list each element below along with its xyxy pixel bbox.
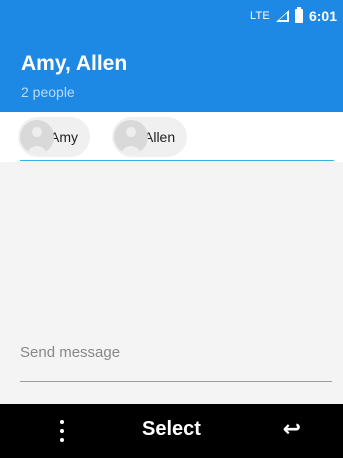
network-type: LTE bbox=[250, 10, 270, 22]
back-icon[interactable]: ↩ bbox=[283, 416, 301, 442]
status-indicators: LTE 6:01 bbox=[250, 0, 337, 32]
send-message-input[interactable] bbox=[20, 340, 332, 364]
softkey-bar: Select ↩ bbox=[0, 404, 343, 458]
compose-underline bbox=[20, 381, 332, 382]
recipient-chip-allen[interactable]: Allen bbox=[112, 117, 188, 157]
compose-area bbox=[20, 340, 332, 384]
signal-icon bbox=[275, 10, 289, 22]
screen: LTE 6:01 Amy, Allen 2 people Amy Allen S… bbox=[0, 0, 343, 458]
avatar-icon bbox=[20, 120, 54, 154]
status-bar: LTE 6:01 bbox=[0, 0, 343, 32]
page-title: Amy, Allen bbox=[21, 52, 128, 75]
recipient-name: Amy bbox=[50, 129, 78, 145]
avatar-icon bbox=[114, 120, 148, 154]
participant-count: 2 people bbox=[21, 84, 75, 100]
battery-icon bbox=[294, 7, 303, 23]
recipients-underline bbox=[20, 160, 334, 161]
recipient-chip-amy[interactable]: Amy bbox=[18, 117, 90, 157]
recipient-name: Allen bbox=[144, 129, 176, 145]
conversation-header: Amy, Allen 2 people bbox=[0, 32, 343, 112]
clock: 6:01 bbox=[308, 8, 337, 24]
recipients-bar[interactable]: Amy Allen bbox=[0, 112, 343, 162]
